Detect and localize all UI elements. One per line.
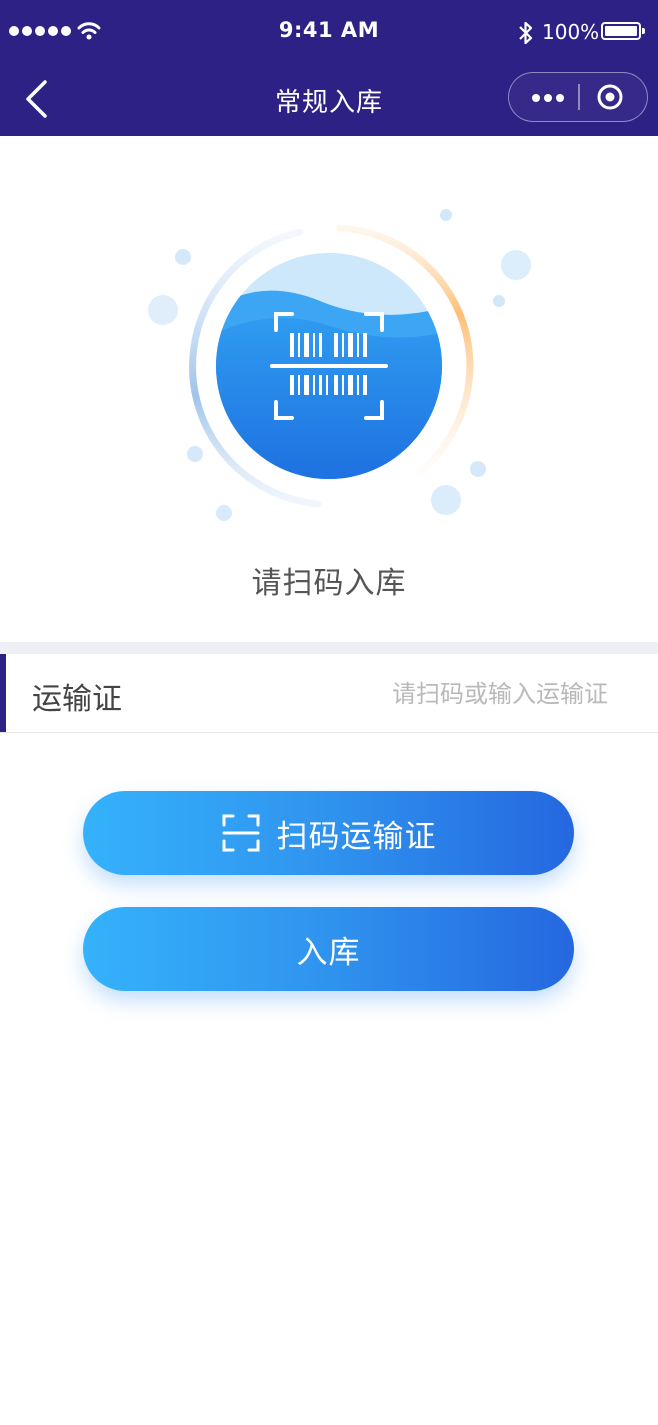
row-accent-bar: [0, 654, 6, 732]
battery-percent: 100%: [542, 20, 600, 44]
more-button[interactable]: [523, 73, 577, 120]
transport-cert-row: 运输证: [0, 654, 658, 733]
bluetooth-icon: [519, 21, 533, 45]
scan-transport-cert-button[interactable]: 扫码运输证: [83, 791, 574, 875]
section-divider: [0, 642, 658, 654]
app-header: 9:41 AM 100% 常规入库: [0, 0, 658, 136]
barcode-scan-illustration: [148, 209, 531, 521]
transport-cert-label: 运输证: [32, 682, 122, 717]
scan-button-label: 扫码运输证: [276, 818, 437, 855]
stock-in-button-label: 入库: [296, 934, 361, 971]
capsule-divider: [578, 84, 580, 110]
status-bar: 9:41 AM 100%: [0, 0, 658, 64]
battery-icon: [601, 22, 645, 40]
stock-in-button[interactable]: 入库: [83, 907, 574, 991]
scan-hero: 请扫码入库: [0, 136, 658, 642]
close-mini-program-button[interactable]: [596, 83, 624, 111]
scan-prompt-text: 请扫码入库: [251, 566, 407, 601]
mini-program-capsule: [508, 72, 648, 122]
transport-cert-input[interactable]: [278, 672, 608, 716]
scan-frame-icon: [222, 814, 259, 852]
